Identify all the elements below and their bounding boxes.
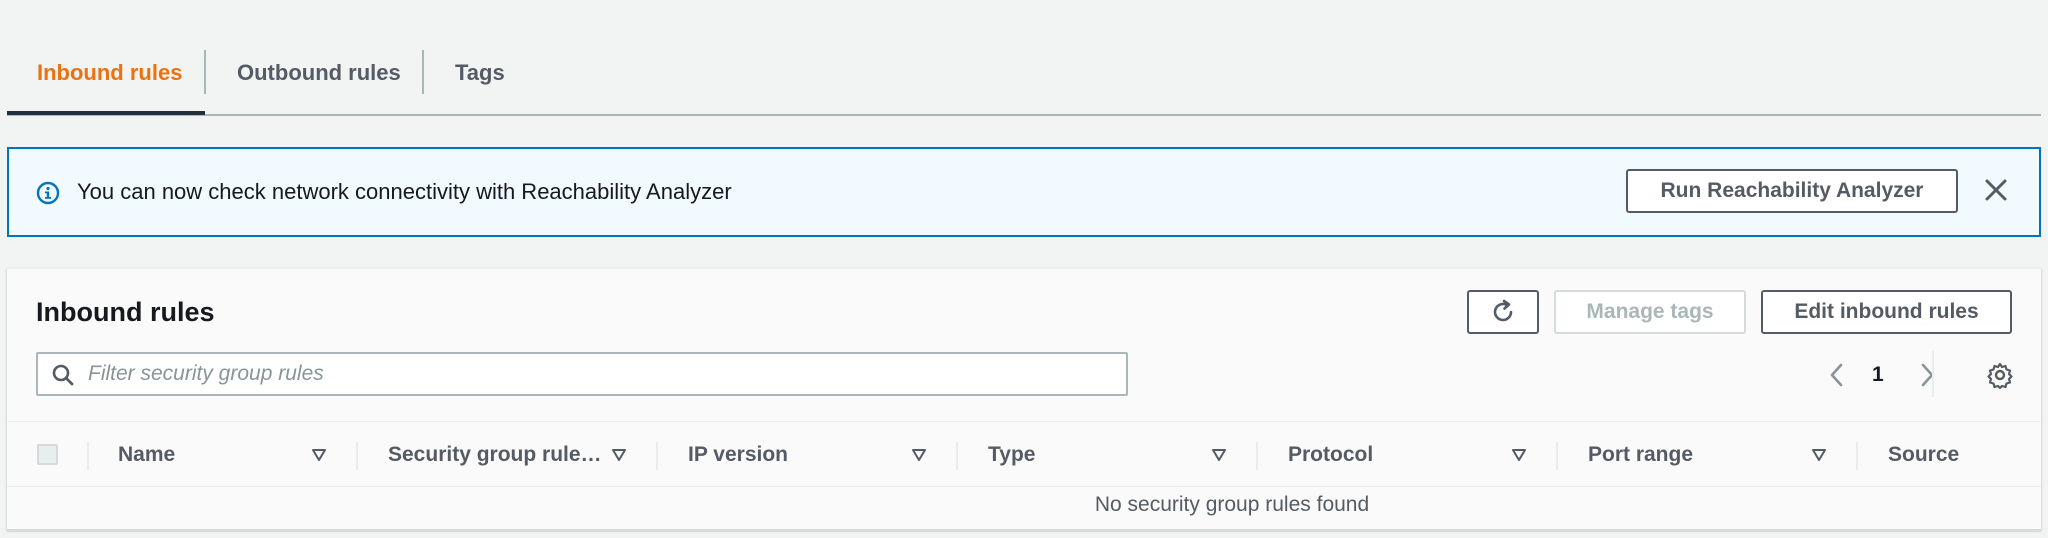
panel-title: Inbound rules — [36, 297, 215, 327]
column-header-security-group-rule[interactable]: Security group rule… — [388, 443, 602, 467]
edit-inbound-rules-button[interactable]: Edit inbound rules — [1761, 290, 2012, 334]
inbound-rules-panel: Inbound rules Manage tags Edit inbound r… — [7, 268, 2041, 531]
column-header-port-range[interactable]: Port range — [1588, 443, 1693, 467]
sort-icon[interactable] — [1510, 446, 1528, 464]
tab-bar: Inbound rules Outbound rules Tags — [7, 0, 2041, 116]
column-header-ip-version[interactable]: IP version — [688, 443, 788, 467]
tab-inbound-rules[interactable]: Inbound rules — [37, 48, 182, 98]
column-divider — [656, 442, 658, 470]
refresh-button[interactable] — [1467, 290, 1539, 334]
panel-bottom-border — [7, 529, 2041, 531]
column-divider — [1856, 442, 1858, 470]
tab-outbound-rules[interactable]: Outbound rules — [237, 48, 401, 98]
search-box — [36, 352, 1128, 396]
column-divider — [87, 442, 89, 470]
select-all-checkbox[interactable] — [37, 444, 58, 465]
tab-divider — [204, 50, 206, 94]
column-header-protocol[interactable]: Protocol — [1288, 443, 1373, 467]
search-input[interactable] — [88, 358, 1118, 390]
gear-icon[interactable] — [1986, 361, 2014, 389]
chevron-left-icon[interactable] — [1827, 361, 1847, 389]
sort-icon[interactable] — [910, 446, 928, 464]
search-icon — [52, 364, 74, 386]
sort-icon[interactable] — [310, 446, 328, 464]
chevron-right-icon[interactable] — [1917, 361, 1937, 389]
column-divider — [956, 442, 958, 470]
column-header-name[interactable]: Name — [118, 443, 175, 467]
sort-icon[interactable] — [1810, 446, 1828, 464]
tab-tags[interactable]: Tags — [455, 48, 505, 98]
column-header-source[interactable]: Source — [1888, 443, 1959, 467]
run-reachability-analyzer-button[interactable]: Run Reachability Analyzer — [1626, 169, 1958, 213]
settings-divider — [1932, 351, 1934, 397]
refresh-icon — [1493, 299, 1513, 322]
close-icon[interactable] — [1983, 177, 2009, 203]
sort-icon[interactable] — [1210, 446, 1228, 464]
column-header-type[interactable]: Type — [988, 443, 1035, 467]
column-divider — [1556, 442, 1558, 470]
info-icon — [36, 181, 60, 205]
banner-message: You can now check network connectivity w… — [77, 179, 732, 204]
sort-icon[interactable] — [610, 446, 628, 464]
page-number[interactable]: 1 — [1872, 363, 1884, 387]
active-tab-indicator — [7, 111, 205, 115]
manage-tags-button[interactable]: Manage tags — [1554, 290, 1746, 334]
tab-divider — [422, 50, 424, 94]
column-divider — [356, 442, 358, 470]
table-header: Name Security group rule… IP version Typ… — [7, 421, 2041, 487]
column-divider — [1256, 442, 1258, 470]
empty-table-message: No security group rules found — [1094, 493, 1370, 516]
